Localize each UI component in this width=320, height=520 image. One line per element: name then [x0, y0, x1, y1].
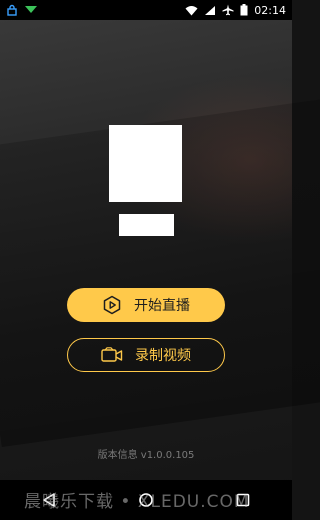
back-icon[interactable] — [41, 492, 57, 508]
navigation-bar — [0, 480, 292, 520]
airplane-icon — [222, 4, 234, 16]
status-bar: 02:14 — [0, 0, 292, 20]
lock-icon — [6, 4, 18, 16]
app-name-placeholder — [119, 214, 174, 236]
start-live-button[interactable]: 开始直播 — [67, 288, 225, 322]
record-video-button[interactable]: 录制视频 — [67, 338, 225, 372]
play-hexagon-icon — [102, 295, 122, 315]
home-icon[interactable] — [138, 492, 154, 508]
battery-icon — [240, 4, 248, 16]
version-info: 版本信息 v1.0.0.105 — [97, 450, 195, 461]
start-live-label: 开始直播 — [134, 298, 190, 314]
signal-icon — [204, 5, 216, 16]
notification-arrow-icon — [24, 5, 38, 15]
video-camera-icon — [101, 347, 123, 363]
app-logo — [109, 125, 182, 202]
wifi-icon — [185, 5, 198, 16]
record-video-label: 录制视频 — [135, 348, 191, 364]
recents-icon[interactable] — [235, 492, 251, 508]
status-time: 02:14 — [254, 3, 286, 17]
